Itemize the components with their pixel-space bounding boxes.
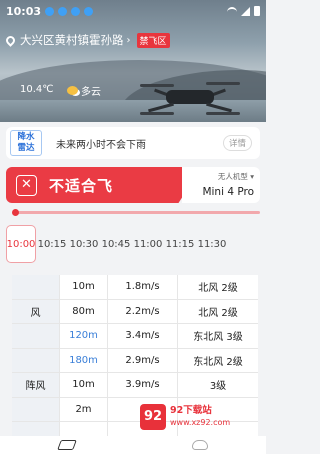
watermark-url: www.xz92.com xyxy=(170,418,231,427)
table-row: 10m 1.8m/s 北风 2级 xyxy=(12,275,258,300)
table-row: 风 80m 2.2m/s 北风 2级 xyxy=(12,299,258,324)
status-bar: 10:03 xyxy=(0,0,266,22)
timeline-handle[interactable] xyxy=(12,209,19,216)
drone-arm xyxy=(148,102,174,113)
watermark-logo: 92 xyxy=(140,404,166,430)
verdict-banner: ✕ 不适合飞 xyxy=(6,167,202,203)
watermark-title: 92下载站 xyxy=(170,405,212,416)
cell-height: 180m xyxy=(60,348,108,372)
table-row: 120m 3.4m/s 东北风 3级 xyxy=(12,324,258,349)
propeller-shape xyxy=(206,112,240,115)
bottom-nav xyxy=(0,436,266,454)
radar-message: 未来两小时不会下雨 xyxy=(56,139,146,151)
flight-verdict-card: ✕ 不适合飞 无人机型 ▾ Mini 4 Pro xyxy=(6,167,260,203)
cell-height: 10m xyxy=(60,275,108,299)
verdict-text: 不适合飞 xyxy=(49,176,114,195)
cell-level: 东北风 2级 xyxy=(193,356,243,368)
notification-icon xyxy=(71,6,81,16)
layers-icon[interactable] xyxy=(56,440,77,450)
cloud-icon[interactable] xyxy=(191,440,208,450)
weather-summary: 多云 xyxy=(67,83,101,98)
cell-group: 风 xyxy=(12,299,60,323)
notification-icon xyxy=(58,6,68,16)
cell-level: 北风 2级 xyxy=(198,283,238,295)
partly-cloudy-icon xyxy=(67,86,78,95)
location-selector[interactable]: 大兴区黄村镇霍孙路 › 禁飞区 xyxy=(4,32,170,48)
location-pin-icon xyxy=(4,33,17,47)
radar-detail-button[interactable]: 详情 xyxy=(222,135,252,151)
radar-badge: 降水 雷达 xyxy=(10,130,42,156)
cell-group xyxy=(12,324,60,348)
drone-image xyxy=(140,80,240,118)
notification-icon xyxy=(84,6,94,16)
time-slot[interactable]: 10:45 xyxy=(100,239,132,250)
precipitation-radar-card[interactable]: 降水 雷达 未来两小时不会下雨 详情 xyxy=(6,127,260,159)
table-row: 阵风 10m 3.9m/s 3级 xyxy=(12,373,258,398)
signal-icon xyxy=(241,6,250,16)
drone-model-selector[interactable]: 无人机型 ▾ Mini 4 Pro xyxy=(182,167,260,203)
time-slot-strip[interactable]: 10:00 10:15 10:30 10:45 11:00 11:15 11:30 xyxy=(6,222,266,266)
model-label: 无人机型 ▾ xyxy=(217,172,254,181)
cell-speed: 1.8m/s xyxy=(108,275,178,299)
cell-speed: 2.9m/s xyxy=(108,348,178,372)
cell-group xyxy=(12,275,60,299)
time-slot[interactable]: 10:00 xyxy=(6,225,36,263)
cell-level: 北风 2级 xyxy=(198,307,238,319)
cell-level: 3级 xyxy=(209,381,227,393)
time-slot[interactable]: 10:30 xyxy=(68,239,100,250)
radar-badge-line2: 雷达 xyxy=(17,143,35,153)
time-slot[interactable]: 11:00 xyxy=(132,239,164,250)
chevron-right-icon: › xyxy=(126,34,131,46)
cell-speed: 3.9m/s xyxy=(108,373,178,397)
model-name: Mini 4 Pro xyxy=(202,186,254,198)
propeller-shape xyxy=(206,82,240,85)
hero-banner: 10:03 大兴区黄村镇霍孙路 › 禁飞区 10.4℃ 多云 xyxy=(0,0,266,122)
cell-speed: 2.2m/s xyxy=(108,299,178,323)
cell-group xyxy=(12,348,60,372)
propeller-shape xyxy=(140,112,174,115)
weather-label: 多云 xyxy=(81,87,101,98)
timeline-bar[interactable] xyxy=(12,209,260,216)
no-fly-zone-badge[interactable]: 禁飞区 xyxy=(136,32,170,48)
cell-height: 80m xyxy=(60,299,108,323)
notification-icon xyxy=(45,6,55,16)
time-slot[interactable]: 11:15 xyxy=(164,239,196,250)
cell-height: 120m xyxy=(60,324,108,348)
radar-badge-line1: 降水 xyxy=(17,132,35,142)
cell-group: 阵风 xyxy=(12,373,60,397)
drone-arm xyxy=(206,102,232,113)
table-row: 180m 2.9m/s 东北风 2级 xyxy=(12,348,258,373)
watermark: 92 92下载站 www.xz92.com xyxy=(140,404,230,430)
location-name: 大兴区黄村镇霍孙路 xyxy=(20,33,124,47)
close-icon: ✕ xyxy=(16,174,37,196)
battery-icon xyxy=(254,6,260,16)
time-slot[interactable]: 11:30 xyxy=(196,239,228,250)
temperature: 10.4℃ xyxy=(20,84,54,95)
wifi-icon xyxy=(227,7,237,15)
time-slot[interactable]: 10:15 xyxy=(36,239,68,250)
cell-height: 2m xyxy=(60,397,108,421)
cell-height: 10m xyxy=(60,373,108,397)
cell-group xyxy=(12,397,60,421)
cell-level: 东北风 3级 xyxy=(193,332,243,344)
cell-speed: 3.4m/s xyxy=(108,324,178,348)
status-time: 10:03 xyxy=(6,4,42,18)
propeller-shape xyxy=(140,84,174,87)
